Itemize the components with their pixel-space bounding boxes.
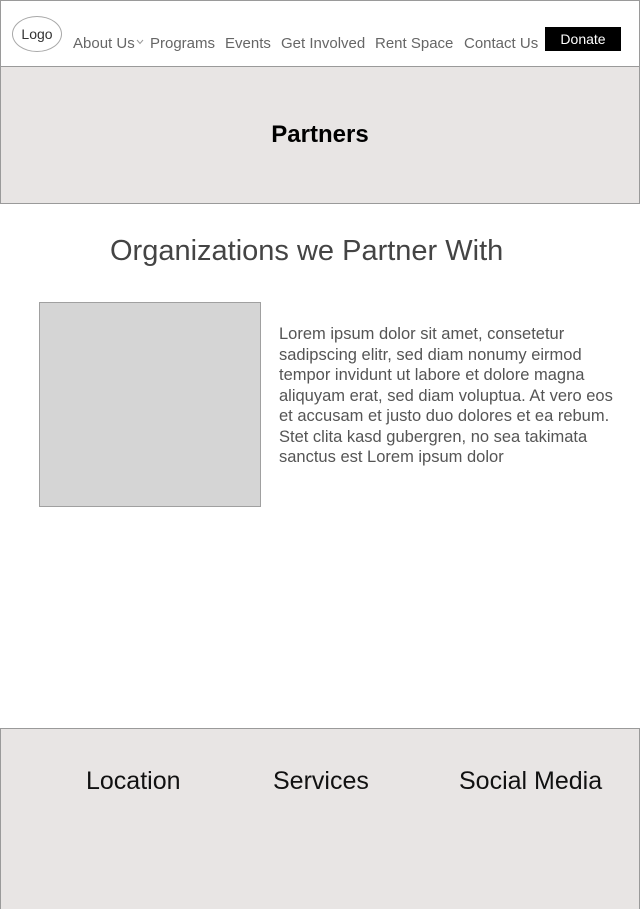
site-footer: Location Services Social Media xyxy=(0,728,640,909)
footer-social-media-heading: Social Media xyxy=(459,767,603,795)
chevron-down-icon[interactable] xyxy=(136,39,144,45)
nav-about-us[interactable]: About Us xyxy=(73,35,135,52)
page-title: Partners xyxy=(271,121,369,148)
section-heading: Organizations we Partner With xyxy=(110,235,504,267)
logo[interactable]: Logo xyxy=(12,16,62,52)
donate-button[interactable]: Donate xyxy=(545,27,621,51)
nav-get-involved[interactable]: Get Involved xyxy=(281,35,365,52)
nav-rent-space[interactable]: Rent Space xyxy=(375,35,453,52)
partner-description: Lorem ipsum dolor sit amet, consetetur s… xyxy=(279,325,613,466)
nav-events[interactable]: Events xyxy=(225,35,271,52)
hero-banner: Partners xyxy=(0,66,640,204)
footer-location-heading: Location xyxy=(86,767,181,795)
nav-programs[interactable]: Programs xyxy=(150,35,215,52)
footer-services-heading: Services xyxy=(273,767,369,795)
nav-contact-us[interactable]: Contact Us xyxy=(464,35,538,52)
partner-image-placeholder xyxy=(39,302,261,507)
site-header: Logo About Us Programs Events Get Involv… xyxy=(0,0,640,67)
